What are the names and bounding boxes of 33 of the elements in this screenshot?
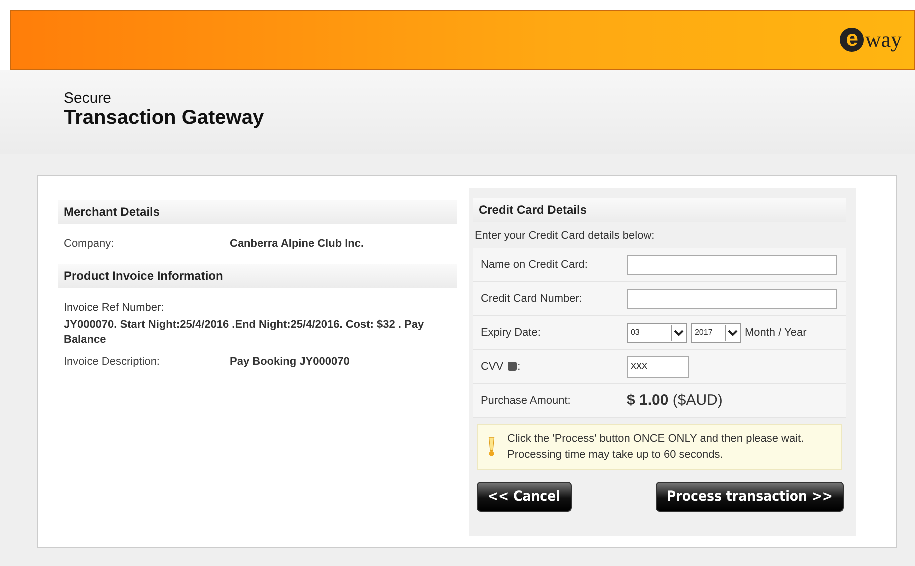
section-heading: Product Invoice Information <box>58 264 457 288</box>
cancel-button[interactable]: << Cancel <box>476 482 572 512</box>
process-button[interactable]: Process transaction >> <box>656 482 844 512</box>
purchase-amount: $ 1.00 ($AUD) <box>626 392 723 409</box>
cvv-field[interactable]: xxx <box>626 356 689 378</box>
field-label: Credit Card Number: <box>480 292 584 304</box>
card-number-field[interactable] <box>626 288 837 308</box>
field-label: Invoice Description: <box>64 356 161 368</box>
caret-icon <box>724 324 740 340</box>
caret-icon <box>670 324 686 340</box>
section-heading: Credit Card Details <box>472 198 846 222</box>
month-dropdown[interactable]: 03 <box>626 322 687 342</box>
field-value: Canberra Alpine Club Inc. <box>230 238 364 250</box>
instruction-text: Enter your Credit Card details below: <box>474 229 656 244</box>
page-subtitle: Secure <box>64 90 113 107</box>
notice-text: Click the 'Process' button ONCE ONLY and then please wait. Processing time may take up to 60 seconds. <box>508 432 806 463</box>
section-heading: Merchant Details <box>58 200 457 224</box>
field-label: CVV <box>480 360 504 372</box>
year-dropdown[interactable]: 2017 <box>690 322 741 342</box>
field-label: Purchase Amount: <box>480 394 572 406</box>
name-field[interactable] <box>626 254 837 274</box>
field-label: Name on Credit Card: <box>480 258 589 270</box>
page-title: Transaction Gateway <box>64 107 266 130</box>
logo-text: way <box>865 27 902 53</box>
field-value: JY000070. Start Night:25/4/2016 .End Night:25/4/2016. Cost: $32 . Pay Balance <box>63 318 426 348</box>
field-label: Expiry Date: <box>480 326 542 338</box>
field-label: : <box>518 360 521 372</box>
help-icon[interactable] <box>508 362 517 371</box>
field-label: Invoice Ref Number: <box>63 301 166 316</box>
field-value: Pay Booking JY000070 <box>230 356 350 368</box>
logo-mark: e <box>840 28 864 52</box>
field-hint: Month / Year <box>744 326 807 338</box>
field-label: Company: <box>64 238 116 250</box>
